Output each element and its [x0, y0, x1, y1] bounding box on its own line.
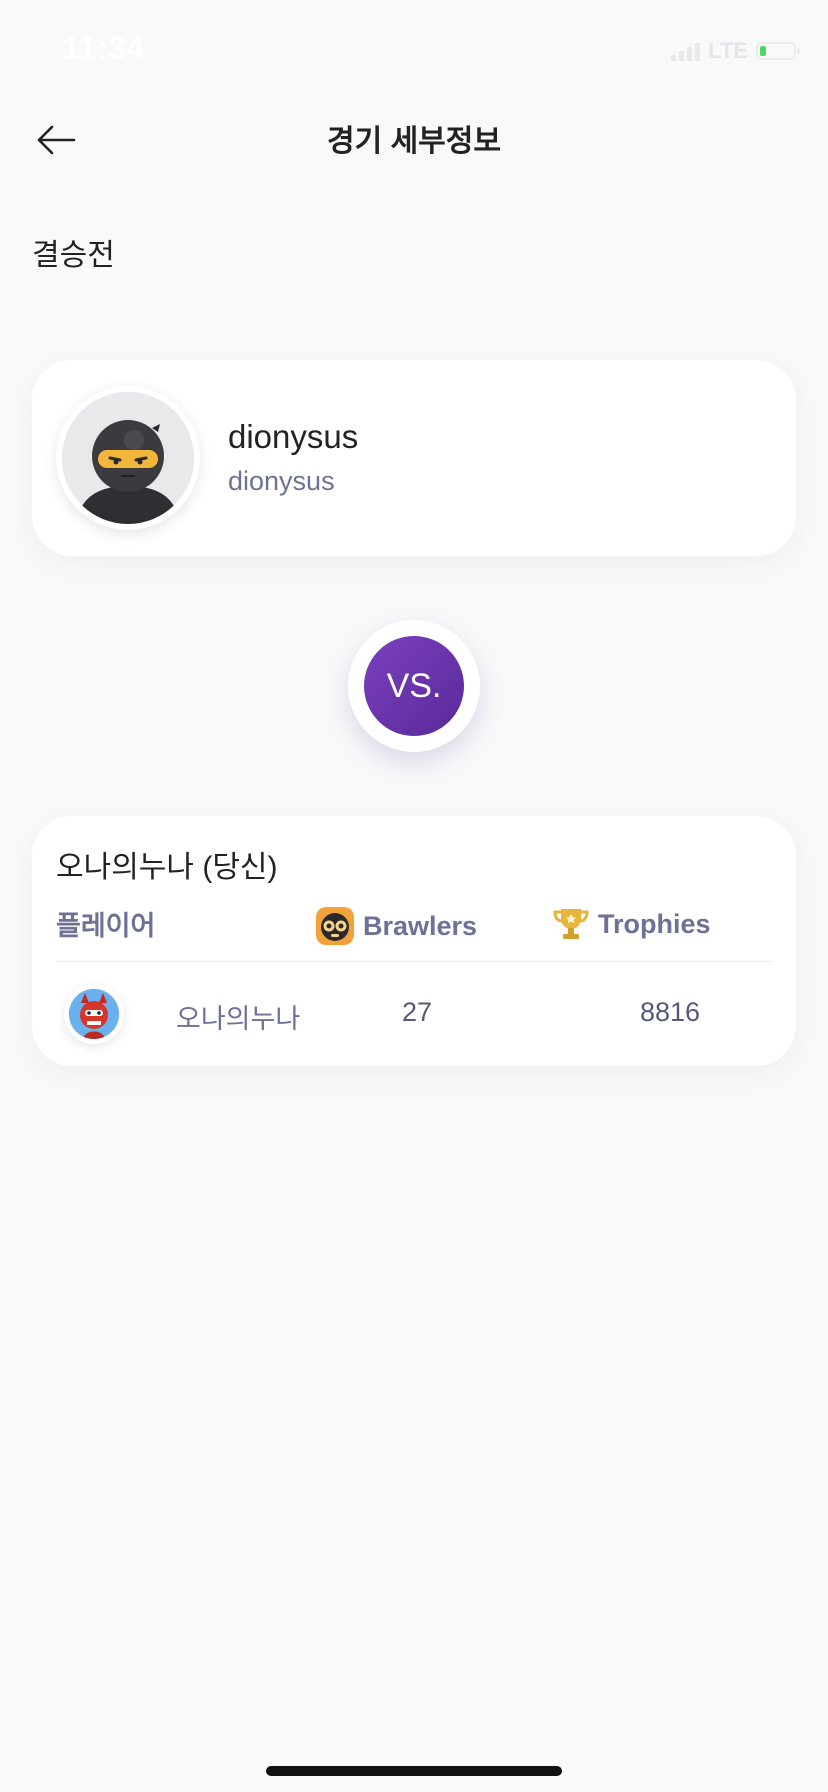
- column-header-trophies: Trophies: [552, 906, 711, 942]
- vs-badge: VS.: [348, 620, 480, 752]
- ninja-avatar-icon: [62, 392, 194, 524]
- status-indicators: LTE: [671, 38, 800, 64]
- match-detail-screen: 11:34 LTE 경기 세부정보 결승전 dionysus dionysus …: [0, 0, 828, 1792]
- player-brawlers-count: 27: [402, 997, 433, 1027]
- opponent-tag: dionysus: [228, 466, 335, 496]
- vs-label: VS.: [364, 636, 464, 736]
- battery-fill: [760, 46, 766, 56]
- header-bar: 경기 세부정보: [0, 100, 828, 180]
- team-card: 오나의누나 (당신) 플레이어 Brawlers Trophies 오나의누나 …: [32, 816, 796, 1066]
- page-title: 경기 세부정보: [327, 125, 501, 158]
- signal-icon: [671, 41, 701, 61]
- team-title: 오나의누나 (당신): [56, 851, 278, 884]
- home-indicator[interactable]: [266, 1766, 562, 1776]
- avatar: [64, 984, 124, 1044]
- avatar: [56, 386, 200, 530]
- status-bar: 11:34 LTE: [0, 0, 828, 100]
- network-label: LTE: [708, 38, 748, 63]
- brawler-skull-icon: [315, 906, 355, 946]
- round-label: 결승전: [32, 239, 115, 272]
- divider: [56, 961, 772, 962]
- column-header-player: 플레이어: [56, 911, 156, 941]
- status-time: 11:34: [62, 30, 145, 66]
- trophy-icon: [552, 906, 590, 942]
- table-row[interactable]: 오나의누나 27 8816: [56, 968, 772, 1058]
- player-name: 오나의누나: [176, 1004, 301, 1034]
- opponent-name: dionysus: [228, 418, 359, 455]
- player-trophies-count: 8816: [640, 997, 701, 1027]
- opponent-card[interactable]: dionysus dionysus: [32, 360, 796, 556]
- red-demon-avatar-icon: [69, 989, 119, 1039]
- battery-icon: [756, 42, 800, 60]
- column-header-brawlers: Brawlers: [315, 906, 477, 946]
